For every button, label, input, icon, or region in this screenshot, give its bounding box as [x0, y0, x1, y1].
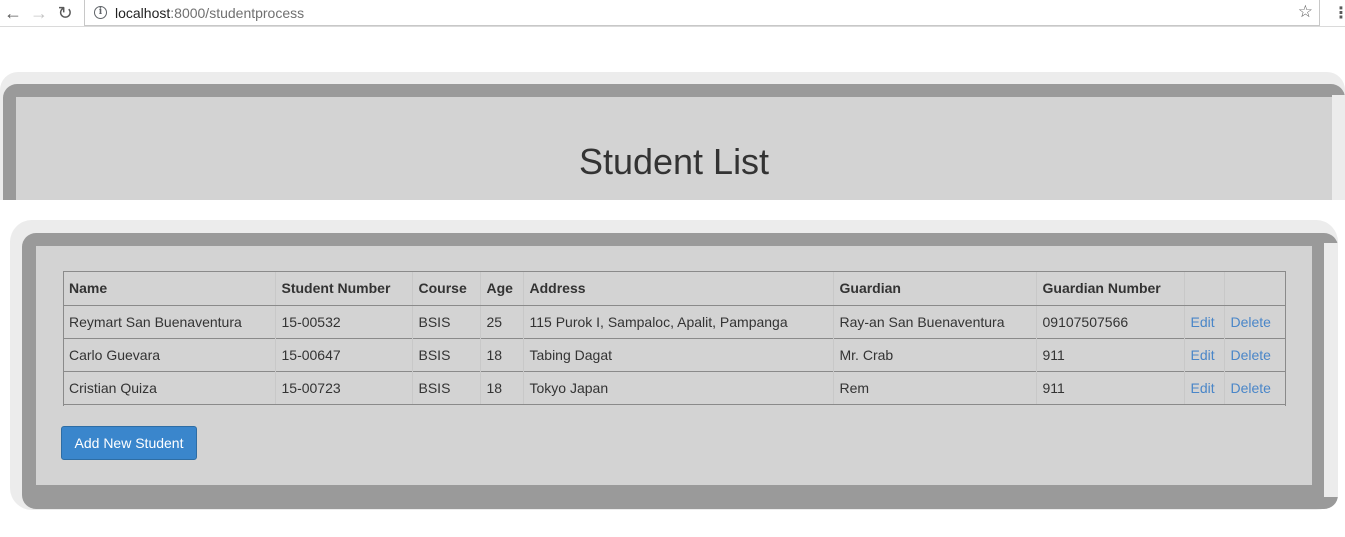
delete-link[interactable]: Delete — [1231, 380, 1271, 396]
browser-toolbar: ← → ↻ i localhost:8000/studentprocess ☆ … — [0, 0, 1345, 27]
cell-age: 25 — [479, 305, 523, 339]
cell-edit: Edit — [1183, 305, 1224, 339]
cell-name: Cristian Quiza — [63, 371, 275, 405]
star-icon[interactable]: ☆ — [1298, 2, 1313, 22]
column-header-student-number: Student Number — [274, 271, 412, 306]
cell-guardian: Rem — [832, 371, 1036, 405]
cell-guardian: Mr. Crab — [832, 338, 1036, 372]
cell-guardian-number: 911 — [1035, 338, 1184, 372]
info-icon[interactable]: i — [94, 6, 107, 19]
edit-link[interactable]: Edit — [1191, 314, 1215, 330]
cell-student-number: 15-00532 — [274, 305, 412, 339]
column-header-age: Age — [479, 271, 523, 306]
cell-course: BSIS — [411, 338, 480, 372]
column-header-address: Address — [522, 271, 833, 306]
student-panel: Name Student Number Course Age Address G… — [36, 246, 1312, 485]
url-host: localhost — [115, 4, 171, 21]
cell-edit: Edit — [1183, 338, 1224, 372]
delete-link[interactable]: Delete — [1231, 347, 1271, 363]
url-path: :8000/studentprocess — [170, 4, 305, 21]
cell-address: Tokyo Japan — [522, 371, 833, 405]
cell-delete: Delete — [1223, 305, 1286, 339]
back-arrow-icon[interactable]: ← — [0, 0, 26, 26]
cell-edit: Edit — [1183, 371, 1224, 405]
table-row: Carlo Guevara 15-00647 BSIS 18 Tabing Da… — [63, 338, 1286, 372]
student-table: Name Student Number Course Age Address G… — [63, 271, 1286, 405]
column-header-delete — [1223, 271, 1286, 306]
column-header-course: Course — [411, 271, 480, 306]
cell-delete: Delete — [1223, 338, 1286, 372]
cell-address: Tabing Dagat — [522, 338, 833, 372]
cell-course: BSIS — [411, 305, 480, 339]
forward-arrow-icon[interactable]: → — [26, 0, 52, 26]
delete-link[interactable]: Delete — [1231, 314, 1271, 330]
address-bar[interactable]: i localhost:8000/studentprocess ☆ — [84, 0, 1320, 26]
cell-name: Carlo Guevara — [63, 338, 275, 372]
table-left-border — [63, 271, 64, 406]
table-row: Reymart San Buenaventura 15-00532 BSIS 2… — [63, 305, 1286, 339]
table-right-border — [1285, 271, 1286, 406]
cell-address: 115 Purok I, Sampaloc, Apalit, Pampanga — [522, 305, 833, 339]
panel-right-edge — [1324, 243, 1338, 497]
cell-student-number: 15-00647 — [274, 338, 412, 372]
header-jumbotron: Student List — [16, 97, 1332, 200]
cell-guardian-number: 09107507566 — [1035, 305, 1184, 339]
cell-age: 18 — [479, 338, 523, 372]
cell-name: Reymart San Buenaventura — [63, 305, 275, 339]
cell-student-number: 15-00723 — [274, 371, 412, 405]
kebab-menu-icon[interactable]: ⋮ — [1333, 3, 1345, 23]
table-row: Cristian Quiza 15-00723 BSIS 18 Tokyo Ja… — [63, 371, 1286, 405]
add-new-student-button[interactable]: Add New Student — [61, 426, 197, 460]
edit-link[interactable]: Edit — [1191, 380, 1215, 396]
header-right-edge — [1332, 95, 1345, 200]
url-text[interactable]: localhost:8000/studentprocess — [115, 5, 304, 21]
edit-link[interactable]: Edit — [1191, 347, 1215, 363]
cell-course: BSIS — [411, 371, 480, 405]
column-header-name: Name — [63, 271, 275, 306]
cell-guardian: Ray-an San Buenaventura — [832, 305, 1036, 339]
cell-guardian-number: 911 — [1035, 371, 1184, 405]
column-header-guardian: Guardian — [832, 271, 1036, 306]
table-header-row: Name Student Number Course Age Address G… — [63, 271, 1286, 306]
cell-age: 18 — [479, 371, 523, 405]
column-header-guardian-number: Guardian Number — [1035, 271, 1184, 306]
column-header-edit — [1183, 271, 1224, 306]
page-title: Student List — [578, 141, 770, 182]
cell-delete: Delete — [1223, 371, 1286, 405]
reload-icon[interactable]: ↻ — [52, 0, 78, 26]
